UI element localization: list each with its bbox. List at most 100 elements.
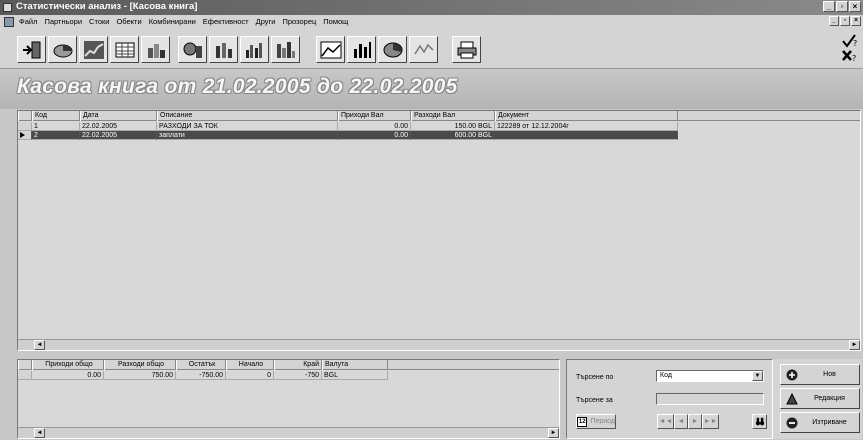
close-button[interactable]: × bbox=[849, 1, 861, 12]
current-row-arrow-icon bbox=[20, 132, 25, 138]
cell-currency: BGL bbox=[322, 371, 388, 380]
check-help-icon[interactable]: ?? bbox=[841, 33, 859, 63]
totals-grid[interactable]: Приходи общо Разходи общо Остатък Начало… bbox=[17, 359, 560, 439]
menu-goods[interactable]: Стоки bbox=[89, 17, 109, 26]
zigzag-line-button[interactable] bbox=[409, 36, 438, 63]
menu-bar: Файл Партньори Стоки Обекти Комбинирани … bbox=[0, 15, 863, 29]
document-icon[interactable] bbox=[4, 17, 14, 27]
menu-combined[interactable]: Комбинирани bbox=[149, 17, 196, 26]
header-currency[interactable]: Валута bbox=[322, 360, 388, 370]
search-for-input[interactable] bbox=[656, 393, 764, 405]
cashbook-grid[interactable]: Код Дата Описание Приходи Вал Разходи Ва… bbox=[17, 110, 861, 351]
printer-icon bbox=[457, 41, 476, 58]
cell-date: 22.02.2005 bbox=[80, 122, 157, 131]
scroll-right-button[interactable]: ► bbox=[849, 340, 860, 350]
mdi-close-button[interactable]: × bbox=[851, 16, 861, 26]
chevron-down-icon[interactable]: ▼ bbox=[752, 371, 763, 381]
header-description[interactable]: Описание bbox=[157, 111, 338, 121]
mdi-minimize-button[interactable]: _ bbox=[829, 16, 839, 26]
window-controls: _ ▫ × bbox=[823, 1, 861, 12]
row-indicator-cell bbox=[18, 122, 32, 131]
pie-chart-button[interactable] bbox=[48, 36, 77, 63]
bar-3d-button[interactable] bbox=[209, 36, 238, 63]
nav-first-button[interactable]: ◄◄ bbox=[657, 414, 674, 429]
edit-label: Редакция bbox=[814, 395, 845, 402]
search-by-select[interactable]: Код ▼ bbox=[656, 370, 764, 382]
print-button[interactable] bbox=[452, 36, 481, 63]
cell-description: заплати bbox=[157, 131, 338, 140]
bar-city-icon bbox=[276, 41, 295, 58]
table-chart-button[interactable] bbox=[110, 36, 139, 63]
minimize-button[interactable]: _ bbox=[823, 1, 835, 12]
column-chart-button[interactable] bbox=[347, 36, 376, 63]
header-balance[interactable]: Остатък bbox=[176, 360, 226, 370]
header-start[interactable]: Начало bbox=[226, 360, 274, 370]
mdi-maximize-button[interactable]: ▫ bbox=[840, 16, 850, 26]
totals-row[interactable]: 0.00 750.00 -750.00 0 -750 BGL bbox=[18, 371, 559, 380]
menu-efficiency[interactable]: Ефективност bbox=[203, 17, 249, 26]
cell-code: 1 bbox=[32, 122, 80, 131]
table-row[interactable]: 1 22.02.2005 РАЗХОДИ ЗА ТОК 0.00 150.00 … bbox=[18, 122, 860, 131]
menu-other[interactable]: Други bbox=[256, 17, 276, 26]
cell-document bbox=[495, 131, 678, 140]
header-indicator bbox=[18, 111, 32, 121]
search-for-label: Търсене за bbox=[576, 397, 613, 404]
header-total-expense[interactable]: Разходи общо bbox=[104, 360, 176, 370]
scroll-left-button[interactable]: ◄ bbox=[34, 428, 45, 438]
menu-objects[interactable]: Обекти bbox=[116, 17, 141, 26]
header-expense[interactable]: Разходи Вал bbox=[411, 111, 495, 121]
table-row-selected[interactable]: 2 22.02.2005 заплати 0.00 600.00 BGL bbox=[18, 131, 860, 140]
nav-last-button[interactable]: ►► bbox=[702, 414, 719, 429]
exit-button[interactable] bbox=[17, 36, 46, 63]
delete-button[interactable]: Изтриване bbox=[780, 412, 860, 433]
scroll-right-button[interactable]: ► bbox=[548, 428, 559, 438]
cell-date: 22.02.2005 bbox=[80, 131, 157, 140]
find-button[interactable] bbox=[752, 414, 767, 429]
stacked-bar-icon bbox=[147, 43, 165, 58]
area-chart-button[interactable] bbox=[316, 36, 345, 63]
cell-income: 0.00 bbox=[338, 122, 411, 131]
totals-horizontal-scrollbar[interactable]: ◄ ► bbox=[18, 427, 559, 438]
new-label: Нов bbox=[823, 371, 836, 378]
pie-3d-button[interactable] bbox=[378, 36, 407, 63]
svg-text:?: ? bbox=[852, 54, 856, 63]
pie-chart-icon bbox=[53, 44, 72, 57]
menu-help[interactable]: Помощ bbox=[323, 17, 348, 26]
stacked-bar-button[interactable] bbox=[141, 36, 170, 63]
search-by-value: Код bbox=[660, 372, 672, 379]
header-total-income[interactable]: Приходи общо bbox=[32, 360, 104, 370]
cell-document: 122289 от 12.12.2004г bbox=[495, 122, 678, 131]
header-income[interactable]: Приходи Вал bbox=[338, 111, 411, 121]
help-icons: ?? bbox=[841, 33, 859, 63]
header-code[interactable]: Код bbox=[32, 111, 80, 121]
bar-city-button[interactable] bbox=[271, 36, 300, 63]
minus-circle-icon bbox=[785, 416, 798, 429]
triangle-edit-icon bbox=[785, 392, 798, 405]
new-button[interactable]: Нов bbox=[780, 364, 860, 385]
search-by-label: Търсене по bbox=[576, 374, 614, 381]
pie-bar-button[interactable] bbox=[178, 36, 207, 63]
menu-file[interactable]: Файл bbox=[19, 17, 37, 26]
scroll-left-button[interactable]: ◄ bbox=[34, 340, 45, 350]
header-document[interactable]: Документ bbox=[495, 111, 678, 121]
calendar-icon: 12 bbox=[577, 416, 588, 427]
grid-header: Код Дата Описание Приходи Вал Разходи Ва… bbox=[18, 111, 860, 121]
menu-window[interactable]: Прозорец bbox=[282, 17, 316, 26]
header-date[interactable]: Дата bbox=[80, 111, 157, 121]
title-bar: Статистически анализ - [Касова книга] _ … bbox=[0, 0, 863, 15]
app-icon[interactable] bbox=[3, 3, 12, 12]
nav-prev-button[interactable]: ◄ bbox=[674, 414, 688, 429]
maximize-button[interactable]: ▫ bbox=[836, 1, 848, 12]
table-chart-icon bbox=[115, 42, 134, 57]
line-trend-button[interactable] bbox=[79, 36, 108, 63]
period-label: Период bbox=[590, 418, 615, 425]
menu-partners[interactable]: Партньори bbox=[44, 17, 82, 26]
bar-group-button[interactable] bbox=[240, 36, 269, 63]
edit-button[interactable]: Редакция bbox=[780, 388, 860, 409]
cell-balance: -750.00 bbox=[176, 371, 226, 380]
period-button[interactable]: 12 Период bbox=[576, 414, 616, 429]
nav-next-button[interactable]: ► bbox=[688, 414, 702, 429]
line-trend-icon bbox=[83, 40, 104, 59]
header-end[interactable]: Край bbox=[274, 360, 322, 370]
grid-horizontal-scrollbar[interactable]: ◄ ► bbox=[18, 339, 860, 350]
